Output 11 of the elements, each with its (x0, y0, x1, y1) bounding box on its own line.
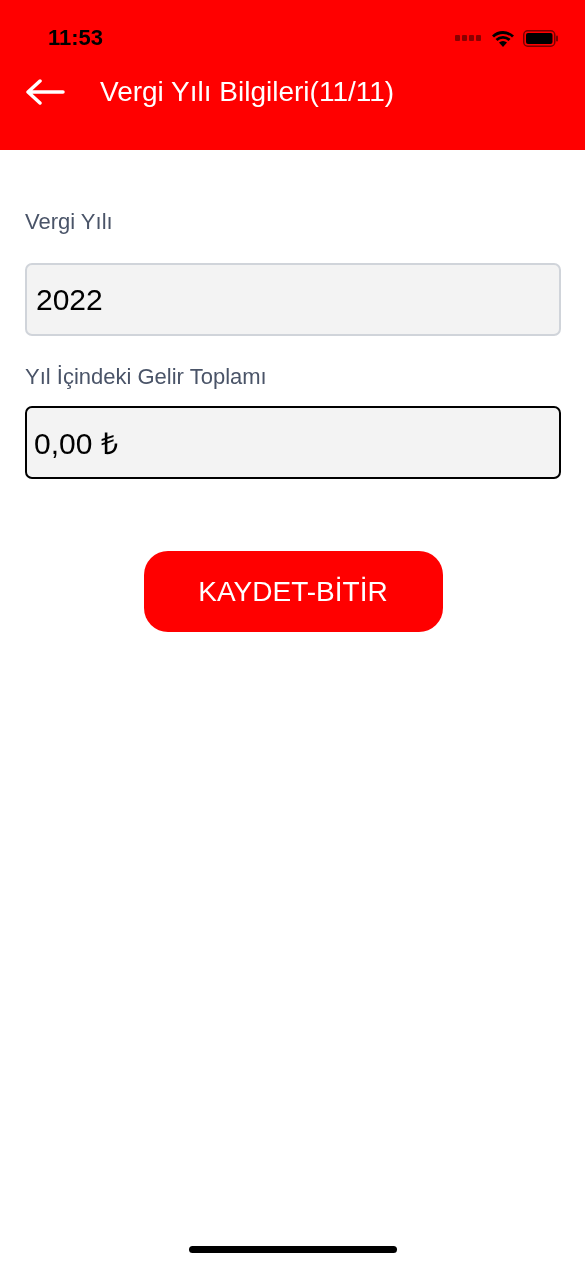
input-field[interactable]: 2022 (25, 263, 561, 336)
field-label: Yıl İçindeki Gelir Toplamı (25, 363, 268, 391)
signal-icon (455, 35, 483, 41)
wifi-icon (491, 29, 515, 47)
field-label: Vergi Yılı (25, 208, 114, 236)
status-time: 11:53 (48, 25, 104, 51)
screen-title: Vergi Yılı Bilgileri(11/11) (100, 76, 395, 108)
battery-icon (523, 29, 559, 47)
save-finish-button[interactable]: KAYDET-BİTİR (143, 551, 443, 632)
back-button[interactable] (25, 79, 65, 105)
input-field[interactable]: 0,00 ₺ (25, 406, 561, 479)
